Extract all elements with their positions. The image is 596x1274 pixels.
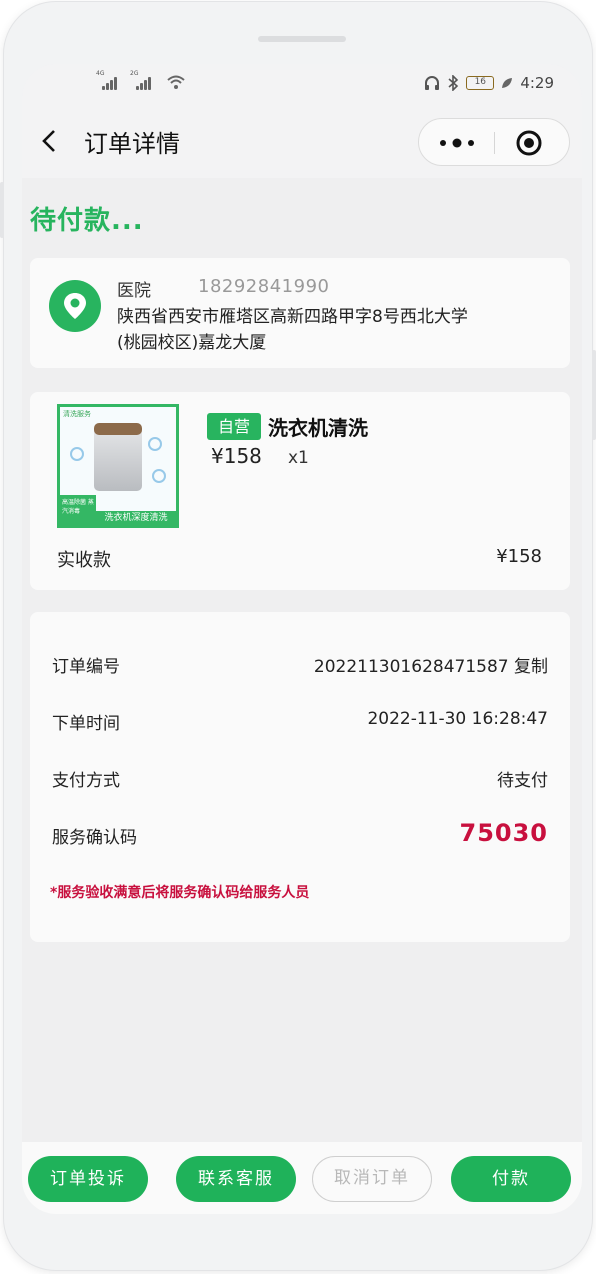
headphones-icon	[425, 76, 440, 90]
phone-frame: 4G 2G 16 4:29 订单详情 待付款... 医院 18292841990…	[0, 2, 596, 1270]
water-splash	[70, 447, 84, 461]
total-label: 实收款	[57, 550, 111, 571]
total-value: ¥158	[496, 546, 542, 567]
status-bar: 4G 2G 16 4:29	[22, 64, 582, 106]
service-code-notice: *服务验收满意后将服务确认码给服务人员	[50, 885, 310, 901]
address-detail: 陕西省西安市雁塔区高新四路甲字8号西北大学(桃园校区)嘉龙大厦	[117, 307, 468, 353]
product-price: ¥158	[211, 444, 262, 468]
bluetooth-icon	[448, 75, 459, 91]
clock: 4:29	[520, 74, 554, 92]
contact-phone: 18292841990	[198, 276, 330, 297]
side-button	[592, 350, 596, 440]
order-time-value: 2022-11-30 16:28:47	[367, 709, 548, 729]
product-name: 洗衣机清洗	[268, 416, 368, 440]
product-quantity: x1	[288, 448, 309, 468]
order-status-title: 待付款...	[30, 206, 144, 236]
capsule-divider	[494, 132, 495, 154]
pay-button[interactable]: 付款	[451, 1156, 571, 1202]
payment-method-label: 支付方式	[52, 771, 120, 791]
wifi-icon	[167, 75, 185, 89]
payment-method-value: 待支付	[497, 771, 548, 791]
payment-method-row: 支付方式 待支付	[52, 762, 548, 792]
side-button	[0, 182, 4, 238]
water-splash	[152, 469, 166, 483]
back-arrow-icon[interactable]	[40, 130, 58, 152]
page-title: 订单详情	[84, 130, 180, 158]
order-number-value[interactable]: 20221130162847​1587 复制	[314, 652, 548, 677]
screen: 4G 2G 16 4:29 订单详情 待付款... 医院 18292841990…	[22, 64, 582, 1214]
contact-service-button[interactable]: 联系客服	[176, 1156, 296, 1202]
complaint-button[interactable]: 订单投诉	[28, 1156, 148, 1202]
signal-icon: 2G	[130, 70, 152, 90]
address-card[interactable]: 医院 18292841990 陕西省西安市雁塔区高新四路甲字8号西北大学(桃园校…	[30, 258, 570, 368]
product-image-badge: 高温除菌 蒸汽消毒	[60, 495, 96, 525]
product-card: 清洗服务 高温除菌 蒸汽消毒 洗衣机深度清洗 自营 洗衣机清洗 ¥158 x1 …	[30, 392, 570, 590]
signal-icon: 4G	[96, 70, 118, 90]
product-image-top-text: 清洗服务	[63, 410, 91, 418]
nav-bar: 订单详情	[22, 106, 582, 178]
order-time-label: 下单时间	[52, 714, 120, 734]
contact-name: 医院	[117, 281, 151, 301]
service-code-row: 服务确认码 75030	[52, 819, 548, 849]
cancel-order-button[interactable]: 取消订单	[312, 1156, 432, 1202]
order-number-row: 订单编号 20221130162847​1587 复制	[52, 648, 548, 678]
service-code-label: 服务确认码	[52, 828, 137, 848]
self-operated-tag: 自营	[207, 413, 261, 440]
close-target-icon[interactable]	[515, 129, 543, 157]
product-image-banner: 洗衣机深度清洗	[96, 511, 176, 525]
order-info-card: 订单编号 20221130162847​1587 复制 下单时间 2022-11…	[30, 612, 570, 942]
order-number-label: 订单编号	[52, 657, 120, 677]
water-splash	[148, 437, 162, 451]
mini-program-capsule	[418, 118, 570, 166]
more-icon[interactable]	[437, 137, 477, 149]
washer-lid	[94, 423, 142, 435]
service-code-value: 75030	[459, 819, 548, 847]
bottom-action-bar: 订单投诉 联系客服 取消订单 付款	[22, 1142, 582, 1214]
speaker-grille	[258, 36, 346, 42]
battery-icon: 16	[466, 76, 495, 90]
location-pin-icon	[49, 280, 101, 332]
product-image[interactable]: 清洗服务 高温除菌 蒸汽消毒 洗衣机深度清洗	[57, 404, 179, 528]
order-time-row: 下单时间 2022-11-30 16:28:47	[52, 705, 548, 735]
leaf-icon	[502, 78, 513, 88]
